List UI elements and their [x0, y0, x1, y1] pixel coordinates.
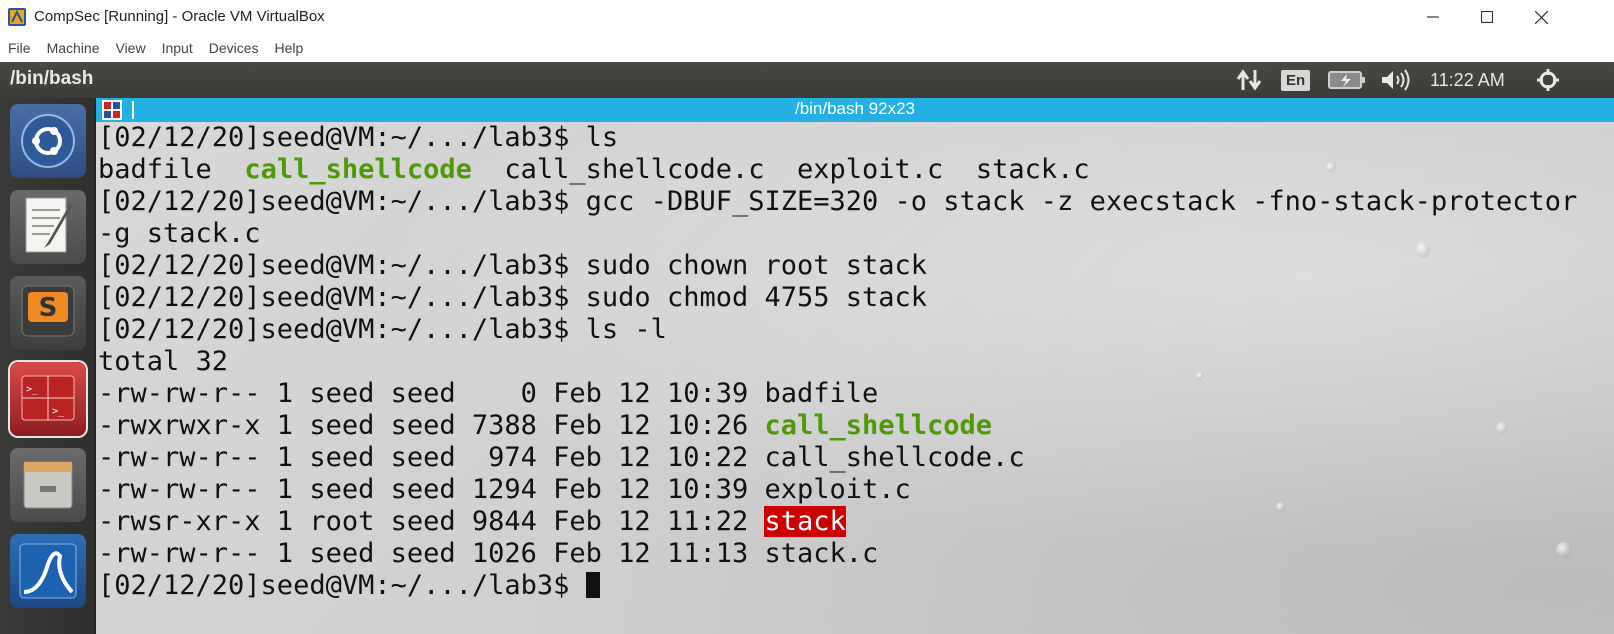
file-name: stack.c: [764, 538, 879, 569]
minimize-button[interactable]: [1406, 0, 1460, 34]
launcher-wireshark[interactable]: [10, 534, 86, 608]
terminal-line: [02/12/20]seed@VM:~/.../lab3$ gcc -DBUF_…: [98, 186, 1578, 217]
file-meta: -rw-rw-r-- 1 seed seed 0 Feb 12 10:39: [98, 378, 765, 409]
file-meta: -rw-rw-r-- 1 seed seed 1026 Feb 12 11:13: [98, 538, 765, 569]
clock-indicator[interactable]: 11:22 AM: [1430, 62, 1505, 98]
text-cursor: [585, 572, 600, 598]
terminal-title: /bin/bash 92x23: [794, 99, 916, 118]
terminal-line: [02/12/20]seed@VM:~/.../lab3$ sudo chown…: [98, 250, 928, 281]
prompt-line[interactable]: [02/12/20]seed@VM:~/.../lab3$: [98, 570, 600, 602]
background-water-drop: [1556, 542, 1572, 558]
launcher-terminal[interactable]: >_ >_: [10, 362, 86, 436]
listing-row: -rwxrwxr-x 1 seed seed 7388 Feb 12 10:26…: [98, 410, 992, 442]
minimize-icon: [1427, 16, 1439, 18]
listing-row: -rw-rw-r-- 1 seed seed 0 Feb 12 10:39 ba…: [98, 378, 878, 410]
listing-row: -rw-rw-r-- 1 seed seed 1026 Feb 12 11:13…: [98, 538, 878, 570]
volume-icon: [1382, 69, 1410, 91]
shell-prompt: [02/12/20]seed@VM:~/.../lab3$: [98, 570, 586, 601]
file-meta: -rwxrwxr-x 1 seed seed 7388 Feb 12 10:26: [98, 410, 765, 441]
clock-text: 11:22 AM: [1430, 69, 1505, 90]
vbox-menu-bar: File Machine View Input Devices Help: [0, 34, 1614, 62]
svg-text:>_: >_: [52, 406, 65, 417]
ubuntu-dash-icon: [21, 114, 75, 168]
terminal-title-bar[interactable]: /bin/bash 92x23: [96, 98, 1614, 122]
background-water-drop: [1276, 502, 1285, 512]
close-icon: [1534, 10, 1548, 24]
file-name: exploit.c: [764, 474, 911, 505]
virtualbox-app-icon: [8, 8, 26, 26]
session-indicator[interactable]: [1536, 62, 1560, 98]
background-water-drop: [1326, 162, 1336, 172]
file-entry: stack.c: [975, 154, 1090, 185]
text-editor-icon: [25, 197, 72, 253]
terminal-output[interactable]: [02/12/20]seed@VM:~/.../lab3$ ls badfile…: [96, 122, 1614, 634]
window-title: CompSec [Running] - Oracle VM VirtualBox: [34, 8, 325, 25]
file-meta: -rw-rw-r-- 1 seed seed 1294 Feb 12 10:39: [98, 474, 765, 505]
file-entry: exploit.c: [797, 154, 944, 185]
terminal-line: [02/12/20]seed@VM:~/.../lab3$ ls -l: [98, 314, 667, 345]
keyboard-language-indicator[interactable]: En: [1281, 62, 1311, 98]
file-entry: call_shellcode.c: [504, 154, 765, 185]
svg-text:>_: >_: [26, 384, 39, 395]
terminal-line: total 32: [98, 346, 229, 377]
terminal-line: [02/12/20]seed@VM:~/.../lab3$ sudo chmod…: [98, 282, 928, 313]
background-water-drop: [1496, 422, 1508, 434]
launcher-files[interactable]: [10, 448, 86, 522]
menu-help[interactable]: Help: [275, 40, 304, 56]
menu-input[interactable]: Input: [162, 40, 193, 56]
unity-launcher: S >_ >_: [0, 98, 96, 634]
menu-view[interactable]: View: [115, 40, 145, 56]
wireshark-icon: [19, 543, 77, 599]
terminal-line-ls-output: badfile call_shellcode call_shellcode.c …: [98, 154, 1090, 186]
terminal-icon: >_ >_: [21, 375, 75, 421]
gear-power-icon: [1537, 69, 1559, 91]
close-button[interactable]: [1514, 0, 1568, 34]
file-meta: -rw-rw-r-- 1 seed seed 974 Feb 12 10:22: [98, 442, 765, 473]
files-icon: [23, 461, 73, 509]
file-name: call_shellcode.c: [764, 442, 1025, 473]
listing-row: -rw-rw-r-- 1 seed seed 974 Feb 12 10:22 …: [98, 442, 1025, 474]
language-badge: En: [1281, 69, 1311, 91]
launcher-text-editor[interactable]: [10, 190, 86, 264]
executable-file-entry: call_shellcode: [244, 154, 472, 185]
executable-file-name: call_shellcode: [764, 410, 993, 441]
file-entry: badfile: [98, 154, 212, 185]
launcher-sublime-text[interactable]: S: [10, 276, 86, 350]
sound-indicator[interactable]: [1380, 62, 1414, 98]
network-arrows-icon: [1236, 69, 1262, 91]
maximize-icon: [1481, 11, 1493, 23]
menu-file[interactable]: File: [8, 40, 31, 56]
setuid-file-name: stack: [764, 506, 846, 537]
maximize-button[interactable]: [1460, 0, 1514, 34]
battery-charging-icon: [1328, 71, 1365, 89]
ubuntu-top-panel: /bin/bash En 11:22 AM: [0, 62, 1614, 98]
menu-machine[interactable]: Machine: [47, 40, 100, 56]
file-meta: -rwsr-xr-x 1 root seed 9844 Feb 12 11:22: [98, 506, 765, 537]
terminal-line: [02/12/20]seed@VM:~/.../lab3$ ls: [98, 122, 619, 153]
svg-text:S: S: [39, 293, 58, 323]
window-title-bar[interactable]: CompSec [Running] - Oracle VM VirtualBox: [0, 0, 1614, 34]
battery-indicator[interactable]: [1328, 62, 1366, 98]
sublime-text-icon: S: [21, 285, 75, 337]
active-window-title: /bin/bash: [10, 68, 94, 89]
listing-row: -rw-rw-r-- 1 seed seed 1294 Feb 12 10:39…: [98, 474, 911, 506]
launcher-dash[interactable]: [10, 104, 86, 178]
listing-row: -rwsr-xr-x 1 root seed 9844 Feb 12 11:22…: [98, 506, 846, 538]
menu-devices[interactable]: Devices: [209, 40, 259, 56]
file-name: badfile: [764, 378, 879, 409]
terminal-line: -g stack.c: [98, 218, 261, 249]
background-water-drop: [1196, 372, 1204, 380]
network-indicator[interactable]: [1236, 62, 1262, 98]
background-water-drop: [1416, 242, 1430, 258]
